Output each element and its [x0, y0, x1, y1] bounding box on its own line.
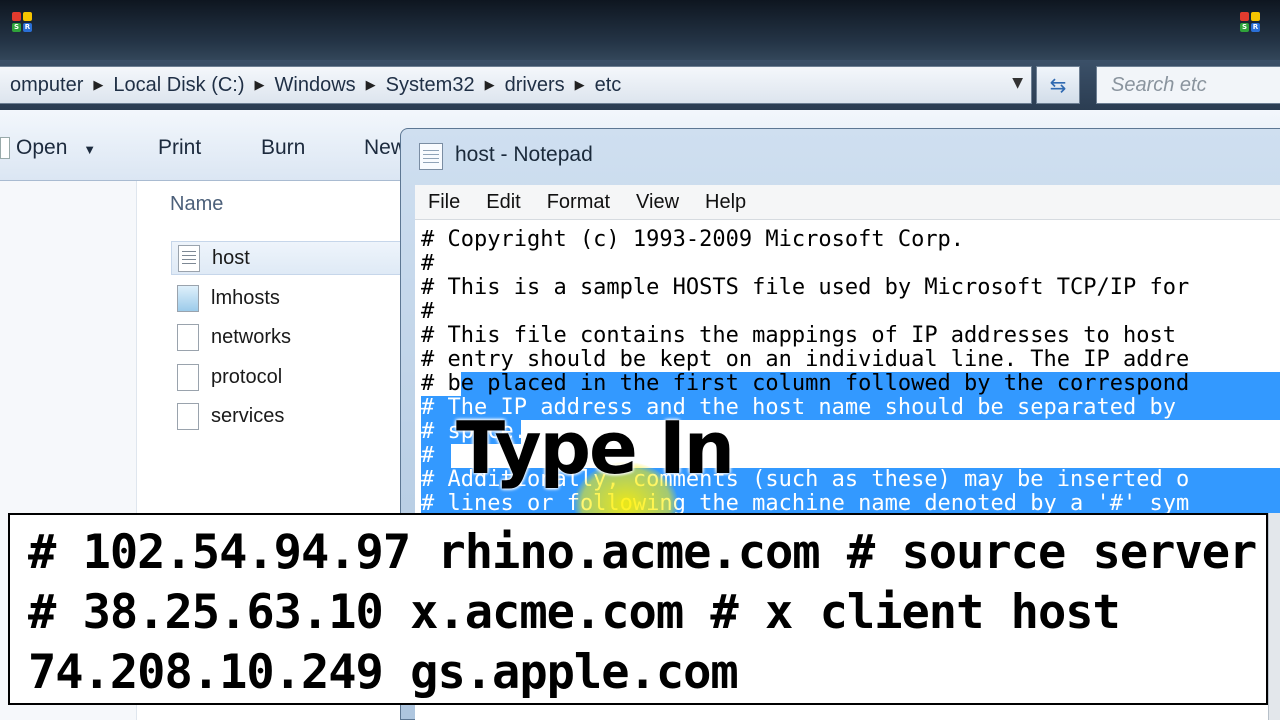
menu-view[interactable]: View: [623, 191, 692, 214]
breadcrumb-etc[interactable]: etc: [585, 74, 632, 97]
breadcrumb-system32[interactable]: System32: [376, 74, 485, 97]
file-item-protocol[interactable]: protocol: [171, 360, 401, 394]
address-row: omputer ▶ Local Disk (C:) ▶ Windows ▶ Sy…: [0, 60, 1280, 110]
blank-file-icon: [177, 402, 199, 430]
breadcrumb-arrow-icon[interactable]: ▶: [255, 78, 265, 93]
menu-format[interactable]: Format: [534, 191, 623, 214]
file-name: networks: [211, 325, 292, 348]
breadcrumb-local-disk[interactable]: Local Disk (C:): [103, 74, 254, 97]
blank-file-icon: [177, 363, 199, 391]
file-item-host[interactable]: host: [171, 241, 401, 275]
file-item-networks[interactable]: networks: [171, 320, 401, 354]
caption-line: 74.208.10.249 gs.apple.com: [28, 645, 739, 700]
search-input[interactable]: Search etc: [1096, 66, 1280, 104]
text-line: #: [421, 299, 435, 324]
refresh-icon[interactable]: ⇆: [1036, 66, 1080, 104]
breadcrumb-arrow-icon[interactable]: ▶: [93, 78, 103, 93]
window-title-bar: S R S R: [0, 0, 1280, 60]
breadcrumb-computer[interactable]: omputer: [0, 74, 93, 97]
menu-bar: File Edit Format View Help: [415, 185, 1280, 220]
text-line: #: [421, 251, 435, 276]
file-item-services[interactable]: services: [171, 399, 401, 433]
text-line: #: [421, 443, 435, 468]
caption-box: # 102.54.94.97 rhino.acme.com # source s…: [8, 513, 1268, 705]
text-line: # entry should be kept on an individual …: [421, 347, 1190, 372]
open-label: Open: [16, 136, 68, 159]
app-file-icon: [177, 284, 199, 312]
chevron-down-icon[interactable]: ▼: [83, 142, 96, 157]
burn-button[interactable]: Burn: [261, 136, 305, 160]
document-icon: [0, 137, 10, 160]
file-item-lmhosts[interactable]: lmhosts: [171, 281, 401, 315]
notepad-title: host - Notepad: [455, 143, 593, 166]
file-name: lmhosts: [211, 286, 280, 309]
caption-line: # 38.25.63.10 x.acme.com # x client host: [28, 585, 1121, 640]
caption-line: # 102.54.94.97 rhino.acme.com # source s…: [28, 525, 1257, 580]
app-logo-icon: S R: [12, 12, 34, 42]
breadcrumb-arrow-icon[interactable]: ▶: [575, 78, 585, 93]
blank-file-icon: [177, 323, 199, 351]
file-name: services: [211, 404, 285, 427]
address-bar[interactable]: omputer ▶ Local Disk (C:) ▶ Windows ▶ Sy…: [0, 66, 1032, 104]
text-file-icon: [178, 244, 200, 272]
text-line: # This file contains the mappings of IP …: [421, 323, 1176, 348]
menu-file[interactable]: File: [415, 191, 473, 214]
print-button[interactable]: Print: [158, 136, 201, 160]
file-name: host: [212, 246, 250, 269]
overlay-heading: Type In: [456, 406, 735, 490]
menu-help[interactable]: Help: [692, 191, 759, 214]
breadcrumb-arrow-icon[interactable]: ▶: [485, 78, 495, 93]
breadcrumb-arrow-icon[interactable]: ▶: [366, 78, 376, 93]
text-line: # This is a sample HOSTS file used by Mi…: [421, 275, 1190, 300]
file-name: protocol: [211, 365, 283, 388]
text-line: # Copyright (c) 1993-2009 Microsoft Corp…: [421, 227, 965, 252]
app-logo-icon-right: S R: [1240, 12, 1262, 42]
open-button[interactable]: Open ▼: [0, 136, 96, 160]
notepad-icon: [419, 143, 443, 170]
menu-edit[interactable]: Edit: [473, 191, 533, 214]
text-line: # be placed in the first column followed…: [421, 371, 1190, 396]
scrollbar[interactable]: [1268, 513, 1280, 720]
chevron-down-icon[interactable]: ▼: [1012, 75, 1023, 91]
breadcrumb-drivers[interactable]: drivers: [495, 74, 575, 97]
breadcrumb-windows[interactable]: Windows: [265, 74, 366, 97]
column-header-name[interactable]: Name: [170, 193, 223, 216]
